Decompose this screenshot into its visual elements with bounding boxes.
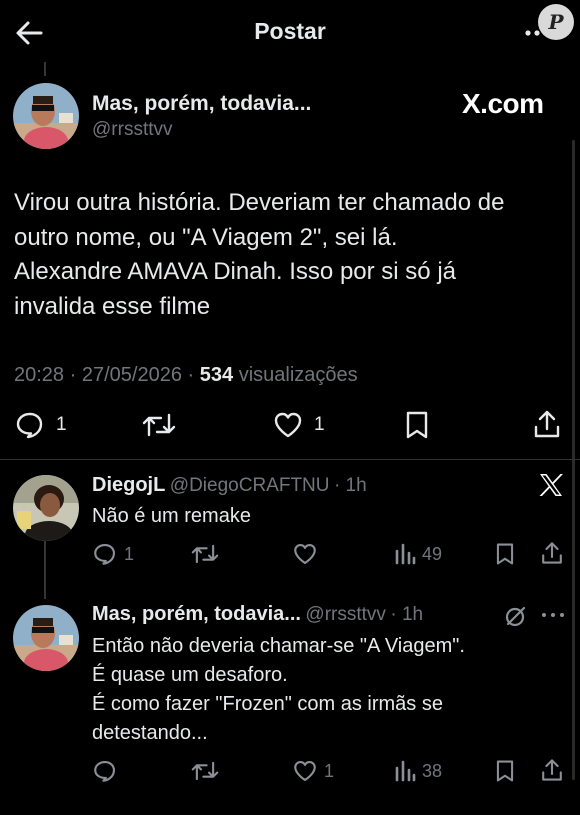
views-count: 38 bbox=[422, 760, 443, 781]
avatar[interactable] bbox=[13, 475, 79, 541]
author-handle[interactable]: @rrssttvv bbox=[92, 119, 173, 141]
author-handle[interactable]: @rrssttvv bbox=[305, 604, 386, 625]
reply-text-line: É quase um desaforo. bbox=[92, 664, 288, 686]
like-button[interactable] bbox=[292, 541, 318, 567]
reply-button[interactable]: 1 bbox=[14, 409, 67, 441]
views-button[interactable]: 49 bbox=[394, 541, 442, 567]
views-button[interactable]: 38 bbox=[394, 758, 442, 784]
divider bbox=[0, 459, 580, 460]
heart-icon bbox=[294, 544, 316, 564]
bookmark-button[interactable] bbox=[494, 541, 516, 567]
post-text-line: invalida esse filme bbox=[14, 292, 211, 320]
avatar[interactable] bbox=[13, 605, 79, 671]
thread-connector bbox=[44, 62, 46, 76]
grok-icon[interactable] bbox=[504, 604, 528, 633]
retweet-button[interactable] bbox=[141, 409, 177, 441]
views-icon bbox=[395, 543, 416, 565]
watermark-logo: P bbox=[538, 4, 574, 40]
more-icon[interactable] bbox=[540, 606, 566, 629]
reply-count: 1 bbox=[56, 414, 67, 435]
retweet-button[interactable] bbox=[190, 758, 220, 784]
separator: · bbox=[69, 364, 77, 386]
author-name[interactable]: Mas, porém, todavia... bbox=[92, 603, 301, 625]
share-button[interactable] bbox=[540, 540, 564, 566]
bookmark-icon bbox=[496, 760, 514, 782]
reply-icon bbox=[94, 544, 115, 565]
share-button[interactable] bbox=[540, 757, 564, 783]
reply-text: Não é um remake bbox=[92, 505, 251, 527]
post-time[interactable]: · 1h bbox=[334, 475, 367, 496]
thread-connector bbox=[44, 541, 46, 599]
reply-text-line: Então não deveria chamar-se "A Viagem". bbox=[92, 635, 465, 657]
post-text-line: outro nome, ou "A Viagem 2", sei lá. bbox=[14, 223, 398, 251]
views-icon bbox=[395, 760, 416, 782]
reply-text: Então não deveria chamar-se "A Viagem". … bbox=[92, 632, 465, 748]
post-text-line: Alexandre AMAVA Dinah. Isso por si só já bbox=[14, 258, 456, 285]
views-count: 49 bbox=[422, 543, 443, 564]
retweet-button[interactable] bbox=[190, 541, 220, 567]
views-label: visualizações bbox=[238, 364, 358, 386]
author-name[interactable]: DiegojL bbox=[92, 474, 165, 496]
reply-icon bbox=[16, 412, 43, 439]
like-button[interactable]: 1 bbox=[272, 409, 325, 441]
share-icon bbox=[542, 759, 562, 781]
post-time[interactable]: 20:28 bbox=[14, 364, 64, 386]
post-text-line: Virou outra história. Deveriam ter chama… bbox=[14, 189, 505, 216]
like-button[interactable]: 1 bbox=[292, 758, 334, 784]
like-count: 1 bbox=[314, 414, 325, 435]
reply-icon bbox=[94, 761, 115, 782]
views-count: 534 bbox=[199, 364, 234, 386]
like-count: 1 bbox=[324, 760, 335, 781]
reply-count: 1 bbox=[124, 543, 135, 564]
author-handle[interactable]: @DiegoCRAFTNU bbox=[170, 475, 330, 496]
retweet-icon bbox=[191, 544, 219, 564]
reply-header: DiegojL @DiegoCRAFTNU · 1h bbox=[92, 474, 367, 497]
bookmark-icon bbox=[496, 543, 514, 565]
reply-header: Mas, porém, todavia... @rrssttvv · 1h bbox=[92, 603, 423, 626]
x-logo-icon bbox=[538, 472, 564, 503]
reply-text-line: É como fazer "Frozen" com as irmãs se bbox=[92, 693, 443, 715]
reply-button[interactable]: 1 bbox=[92, 541, 134, 567]
post-date[interactable]: 27/05/2026 bbox=[82, 364, 182, 386]
post-text: Virou outra história. Deveriam ter chama… bbox=[14, 186, 564, 324]
reply-text-line: detestando... bbox=[92, 722, 208, 744]
share-button[interactable] bbox=[532, 408, 562, 440]
share-icon bbox=[534, 410, 560, 438]
share-icon bbox=[542, 542, 562, 564]
brand-label: X.com bbox=[462, 88, 544, 119]
author-name[interactable]: Mas, porém, todavia... bbox=[92, 92, 311, 116]
avatar[interactable] bbox=[13, 83, 79, 149]
bookmark-icon bbox=[406, 411, 428, 439]
separator: · bbox=[187, 364, 195, 386]
scrollbar[interactable] bbox=[572, 140, 575, 780]
bookmark-button[interactable] bbox=[403, 409, 431, 441]
bookmark-button[interactable] bbox=[494, 758, 516, 784]
heart-icon bbox=[274, 412, 302, 438]
post-time[interactable]: · 1h bbox=[390, 604, 423, 625]
retweet-icon bbox=[142, 413, 176, 437]
reply-button[interactable] bbox=[92, 758, 118, 784]
heart-icon bbox=[294, 761, 316, 781]
retweet-icon bbox=[191, 761, 219, 781]
post-meta: 20:28 · 27/05/2026 · 534 visualizações bbox=[14, 364, 358, 387]
page-title: Postar bbox=[254, 18, 326, 44]
